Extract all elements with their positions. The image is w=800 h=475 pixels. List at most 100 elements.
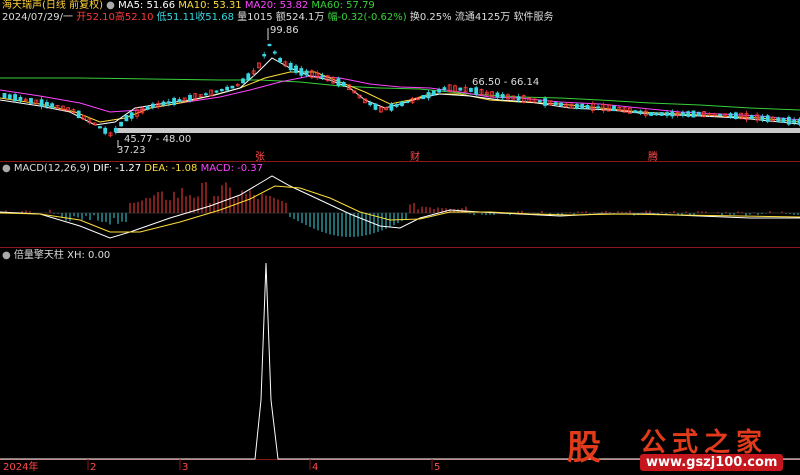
panel-separator-2	[0, 247, 800, 248]
candle-body	[214, 90, 219, 93]
candle-body	[150, 103, 155, 108]
candlestick-series[interactable]	[2, 43, 800, 138]
candle-body	[394, 104, 399, 107]
macd-dea-value: DEA: -1.08	[144, 163, 198, 174]
candle-body	[670, 111, 675, 117]
candle-body	[246, 73, 251, 80]
candle-body	[691, 110, 696, 118]
candle-body	[124, 114, 129, 122]
settings-icon[interactable]: ●	[2, 163, 11, 174]
candle-body	[188, 94, 192, 102]
macd-dif-line	[0, 175, 800, 239]
macd-label[interactable]: MACD(12,26,9)	[14, 163, 90, 174]
candle-body	[665, 112, 669, 116]
candle-body	[177, 99, 182, 102]
candle-body	[734, 112, 738, 119]
candle-body	[633, 110, 638, 113]
candle-body	[760, 116, 765, 121]
candle-body	[612, 105, 616, 112]
candle-body	[596, 106, 600, 109]
candle-body	[389, 103, 394, 111]
candle-body	[659, 112, 664, 116]
candle-body	[580, 103, 585, 110]
macd-dea-line	[0, 185, 800, 233]
candle-body	[2, 93, 7, 99]
candle-body	[241, 78, 245, 84]
axis-month-2: 2	[90, 462, 97, 473]
candle-body	[405, 101, 410, 104]
candle-body	[39, 99, 44, 107]
event-mark-zhang[interactable]: 张	[255, 148, 265, 163]
candle-body	[145, 106, 150, 110]
candle-body	[203, 93, 208, 96]
candle-body	[400, 101, 404, 106]
logo-gu: 股	[567, 428, 601, 468]
axis-month-5: 5	[434, 462, 441, 473]
candle-body	[442, 87, 447, 91]
candle-body	[543, 98, 547, 106]
range-annotation-1: 45.77 - 48.00	[124, 134, 192, 145]
ma20-line	[0, 75, 800, 121]
candle-body	[649, 111, 653, 116]
ma60-line	[0, 77, 800, 111]
candle-body	[341, 81, 346, 86]
candle-body	[299, 68, 304, 76]
candle-body	[575, 103, 579, 109]
macd-dif-value: DIF: -1.27	[93, 163, 142, 174]
candle-body	[585, 104, 590, 109]
candle-body	[76, 110, 81, 118]
candle-body	[294, 65, 298, 73]
indicator-xh-value: XH: 0.00	[67, 250, 111, 261]
candle-body	[792, 119, 797, 123]
candle-body	[776, 117, 781, 122]
candle-body	[50, 103, 55, 108]
low-annotation: 37.23	[117, 145, 146, 156]
candle-body	[696, 111, 701, 117]
candle-body	[230, 85, 235, 89]
price-range-bar	[115, 128, 800, 133]
candle-body	[166, 101, 171, 104]
high-annotation: 99.86	[270, 25, 299, 36]
candle-body	[431, 90, 436, 96]
macd-value: MACD: -0.37	[200, 163, 263, 174]
candle-body	[288, 63, 293, 71]
candle-body	[728, 113, 733, 118]
candle-body	[765, 115, 770, 122]
candle-body	[172, 97, 177, 105]
candle-body	[686, 111, 691, 117]
candle-body	[98, 126, 102, 129]
candle-body	[29, 97, 33, 104]
candle-body	[638, 110, 643, 115]
indicator-header: ● 倍量擎天柱 XH: 0.00	[2, 250, 110, 262]
candle-body	[278, 57, 283, 63]
candle-body	[437, 89, 442, 93]
candle-body	[262, 54, 267, 57]
candle-body	[103, 127, 108, 134]
x-axis-ticks	[87, 459, 433, 470]
settings-icon[interactable]: ●	[2, 250, 11, 261]
candle-body	[336, 78, 341, 86]
candle-body	[426, 92, 431, 99]
candle-body	[787, 116, 791, 125]
candle-body	[681, 112, 685, 116]
event-mark-teng[interactable]: 腾	[648, 148, 658, 163]
candle-body	[129, 112, 134, 119]
candle-body	[113, 127, 118, 133]
candle-body	[421, 94, 426, 100]
chart-canvas[interactable]	[0, 0, 800, 475]
candle-body	[161, 101, 166, 106]
candle-body	[304, 70, 309, 76]
candle-body	[45, 102, 49, 107]
panel-separator-1	[0, 161, 800, 162]
axis-year: 2024年	[3, 462, 39, 473]
candle-body	[781, 117, 786, 123]
candle-body	[537, 100, 542, 103]
candle-body	[272, 51, 277, 54]
ma5-line	[0, 57, 800, 126]
range-annotation-2: 66.50 - 66.14	[472, 77, 540, 88]
indicator-label[interactable]: 倍量擎天柱	[14, 250, 64, 261]
event-mark-cai[interactable]: 财	[410, 148, 420, 163]
axis-month-3: 3	[182, 462, 189, 473]
candle-body	[320, 75, 325, 78]
ma10-line	[0, 71, 800, 123]
